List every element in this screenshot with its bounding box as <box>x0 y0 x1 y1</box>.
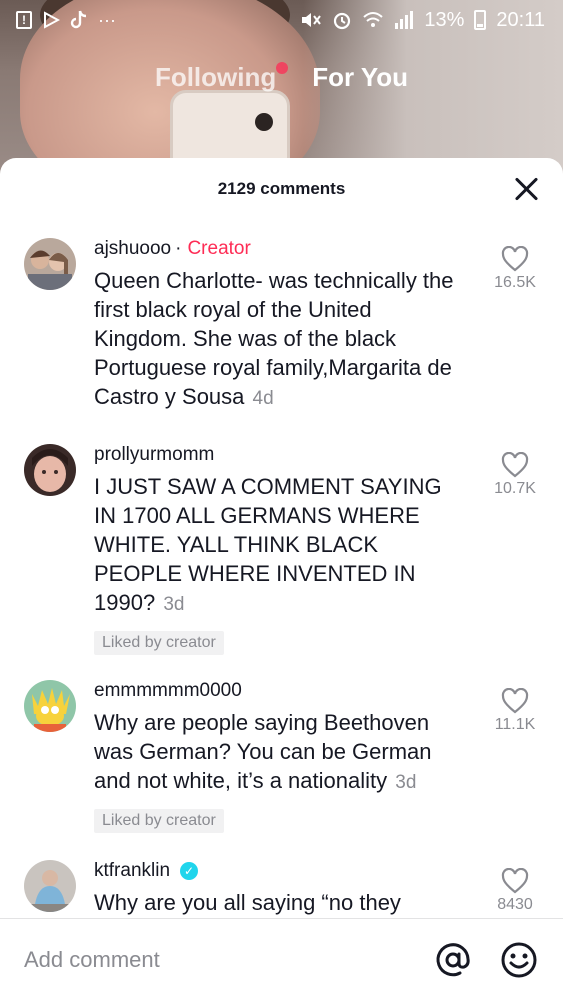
like-count: 11.1K <box>494 716 536 733</box>
like-button[interactable]: 11.1K <box>483 688 547 734</box>
avatar[interactable] <box>24 860 76 912</box>
comments-count: 2129 comments <box>217 179 346 198</box>
username-separator: · <box>175 238 182 259</box>
comment-username-row: prollyurmomm <box>94 444 464 466</box>
avatar-image <box>24 444 76 496</box>
liked-by-creator-badge: Liked by creator <box>94 631 224 655</box>
comment-username[interactable]: prollyurmomm <box>94 444 214 466</box>
mention-icon[interactable] <box>433 940 473 980</box>
clock: 20:11 <box>496 8 545 31</box>
comment-username[interactable]: emmmmmm0000 <box>94 680 242 702</box>
comment-body: ajshuooo · Creator Queen Charlotte- was t… <box>94 238 464 413</box>
comment-text[interactable]: Why are you all saying “no they <box>94 888 464 917</box>
tab-following-label: Following <box>154 62 277 92</box>
like-count: 10.7K <box>494 480 536 497</box>
status-left: ! ··· <box>16 10 116 30</box>
comment-username-row: emmmmmm0000 <box>94 680 464 702</box>
heart-icon <box>501 246 529 272</box>
feed-tabs: Following For You <box>0 62 563 93</box>
battery-percent: 13% <box>424 8 465 31</box>
alarm-icon <box>334 12 351 30</box>
avatar[interactable] <box>24 680 76 732</box>
comment-text-content: I JUST SAW A COMMENT SAYING IN 1700 ALL … <box>94 474 442 615</box>
more-notifications-icon: ··· <box>98 10 116 30</box>
video-phone-camera <box>255 113 273 131</box>
comment-time: 3d <box>395 772 417 793</box>
tab-for-you[interactable]: For You <box>312 62 408 93</box>
battery-icon <box>474 10 487 30</box>
close-icon[interactable] <box>513 176 539 202</box>
like-count: 16.5K <box>494 274 536 291</box>
like-count: 8430 <box>497 896 533 913</box>
comment-username-row: ktfranklin ✓ <box>94 860 464 882</box>
comment-text[interactable]: Why are people saying Beethoven was Germ… <box>94 708 464 797</box>
creator-tag: Creator <box>187 238 251 259</box>
tiktok-notification-icon <box>70 10 87 29</box>
play-notification-icon <box>44 11 60 29</box>
liked-by-creator-badge: Liked by creator <box>94 809 224 833</box>
heart-icon <box>501 868 529 894</box>
avatar[interactable] <box>24 444 76 496</box>
heart-icon <box>501 452 529 478</box>
comment-username[interactable]: ktfranklin <box>94 860 170 882</box>
comment-text-content: Why are people saying Beethoven was Germ… <box>94 710 432 793</box>
comments-header: 2129 comments <box>0 158 563 220</box>
comment-time: 3d <box>163 594 185 615</box>
comment-text[interactable]: I JUST SAW A COMMENT SAYING IN 1700 ALL … <box>94 472 464 619</box>
status-bar: ! ··· 13% 20:11 <box>0 0 563 40</box>
comment-text-content: Why are you all saying “no they <box>94 890 401 915</box>
avatar[interactable] <box>24 238 76 290</box>
comment-username[interactable]: ajshuooo <box>94 238 171 260</box>
new-content-dot <box>276 62 289 74</box>
like-button[interactable]: 10.7K <box>483 452 547 498</box>
alert-notification-icon: ! <box>16 11 32 29</box>
comment-input-bar: Add comment <box>0 918 563 1000</box>
smiley-graphic <box>501 942 537 977</box>
comment-body: prollyurmomm I JUST SAW A COMMENT SAYING… <box>94 444 464 655</box>
mute-icon <box>302 13 322 27</box>
avatar-image <box>24 860 76 912</box>
like-button[interactable]: 16.5K <box>483 246 547 292</box>
comment-username-row: ajshuooo · Creator <box>94 238 464 260</box>
status-right: 13% 20:11 <box>300 9 545 32</box>
signal-icon <box>395 11 414 29</box>
avatar-image <box>24 680 76 732</box>
comment-text-content: Queen Charlotte- was technically the fir… <box>94 268 454 409</box>
emoji-icon[interactable] <box>499 940 539 980</box>
comments-sheet: 2129 comments ajshuooo · Creator Queen Ch… <box>0 158 563 1000</box>
at-sign-graphic <box>436 942 470 976</box>
comment-body: emmmmmm0000 Why are people saying Beetho… <box>94 680 464 833</box>
comment-time: 4d <box>252 388 274 409</box>
wifi-icon <box>363 12 384 27</box>
comment-text[interactable]: Queen Charlotte- was technically the fir… <box>94 266 464 413</box>
tab-following[interactable]: Following <box>154 62 289 93</box>
add-comment-input[interactable]: Add comment <box>24 947 407 973</box>
like-button[interactable]: 8430 <box>483 868 547 914</box>
avatar-image <box>24 238 76 290</box>
comment-body: ktfranklin ✓ Why are you all saying “no … <box>94 860 464 917</box>
verified-check-icon: ✓ <box>180 862 199 880</box>
heart-icon <box>501 688 529 714</box>
